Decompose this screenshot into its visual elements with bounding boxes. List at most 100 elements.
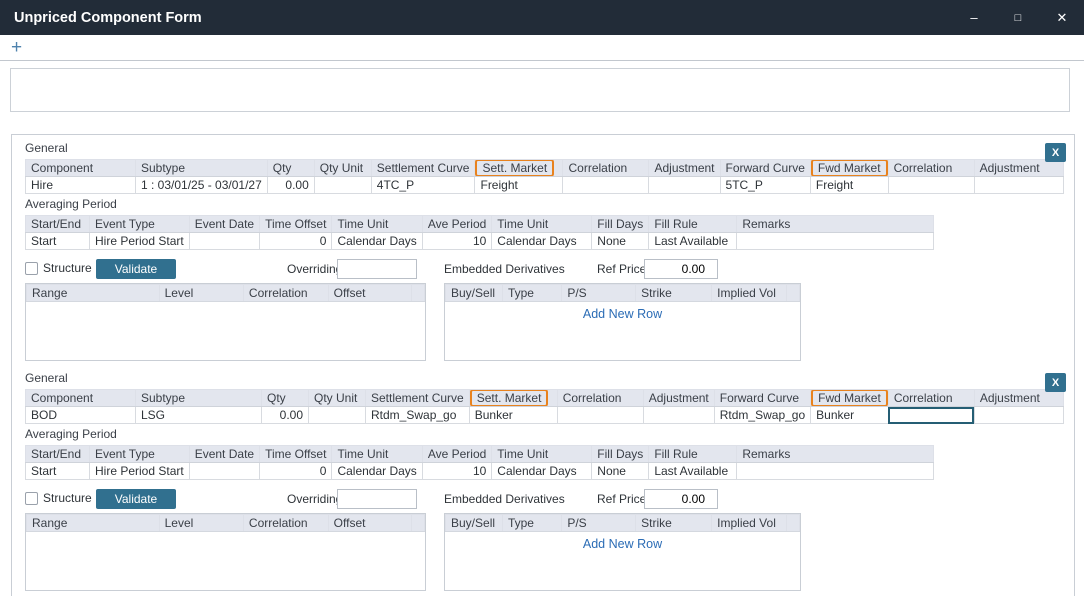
cell-subtype[interactable]: 1 : 03/01/25 - 03/01/27: [136, 177, 268, 194]
controls-row: Structure Validate Overriding Price Embe…: [25, 259, 1061, 280]
cell-correlation-1[interactable]: [557, 407, 643, 424]
cell-qty-unit[interactable]: [309, 407, 366, 424]
cell-component[interactable]: BOD: [26, 407, 136, 424]
col-offset: Offset: [328, 515, 411, 532]
col-time-unit: Time Unit: [332, 216, 422, 233]
cell-event-type[interactable]: Hire Period Start: [90, 233, 190, 250]
col-fill-rule: Fill Rule: [649, 216, 737, 233]
cell-qty[interactable]: 0.00: [267, 177, 314, 194]
averaging-period-table: Start/End Event Type Event Date Time Off…: [25, 445, 934, 480]
cell-fwd-market[interactable]: Freight: [810, 177, 888, 194]
cell-event-date[interactable]: [189, 463, 259, 480]
cell-forward-curve[interactable]: Rtdm_Swap_go: [714, 407, 810, 424]
col-correlation-2: Correlation: [888, 160, 974, 177]
col-forward-curve: Forward Curve: [720, 160, 810, 177]
validate-button[interactable]: Validate: [96, 489, 176, 509]
cell-adjustment-1[interactable]: [649, 177, 720, 194]
validate-button[interactable]: Validate: [96, 259, 176, 279]
col-ave-period: Ave Period: [422, 446, 491, 463]
cell-correlation-2-focused[interactable]: [888, 407, 974, 424]
general-label: General: [25, 371, 1074, 385]
col-start-end: Start/End: [26, 446, 90, 463]
cell-remarks[interactable]: [737, 233, 934, 250]
structure-checkbox[interactable]: [25, 262, 38, 275]
col-start-end: Start/End: [26, 216, 90, 233]
add-new-row-link[interactable]: Add New Row: [445, 302, 800, 321]
cell-ave-period[interactable]: 10: [422, 233, 491, 250]
cell-ave-period[interactable]: 10: [422, 463, 491, 480]
cell-remarks[interactable]: [737, 463, 934, 480]
remove-section-button[interactable]: X: [1045, 373, 1066, 392]
col-range-correlation: Correlation: [243, 515, 328, 532]
col-time-unit-2: Time Unit: [492, 216, 592, 233]
general-table: Component Subtype Qty Qty Unit Settlemen…: [25, 389, 1064, 424]
cell-settlement-curve[interactable]: Rtdm_Swap_go: [366, 407, 470, 424]
cell-time-unit-2[interactable]: Calendar Days: [492, 463, 592, 480]
component-section-1: X General Component Subtype Qty Qty Unit…: [25, 141, 1074, 361]
col-ave-period: Ave Period: [422, 216, 491, 233]
col-settlement-curve: Settlement Curve: [366, 390, 470, 407]
cell-sett-market[interactable]: Bunker: [469, 407, 557, 424]
col-adjustment-2: Adjustment: [974, 390, 1063, 407]
minimize-icon[interactable]: –: [952, 0, 996, 35]
remove-section-button[interactable]: X: [1045, 143, 1066, 162]
maximize-icon[interactable]: □: [996, 0, 1040, 35]
cell-subtype[interactable]: LSG: [136, 407, 262, 424]
cell-event-date[interactable]: [189, 233, 259, 250]
cell-time-unit[interactable]: Calendar Days: [332, 233, 422, 250]
col-component: Component: [26, 390, 136, 407]
cell-fill-rule[interactable]: Last Available: [649, 233, 737, 250]
ref-price-input[interactable]: [644, 489, 718, 509]
overriding-price-input[interactable]: [337, 489, 417, 509]
cell-time-unit[interactable]: Calendar Days: [332, 463, 422, 480]
cell-start-end[interactable]: Start: [26, 233, 90, 250]
cell-adjustment-2[interactable]: [974, 177, 1063, 194]
notes-box[interactable]: [10, 68, 1070, 112]
add-tab-icon[interactable]: +: [0, 38, 22, 57]
close-icon[interactable]: ✕: [1040, 0, 1084, 35]
cell-fill-days[interactable]: None: [592, 463, 649, 480]
col-strike: Strike: [636, 515, 712, 532]
cell-adjustment-2[interactable]: [974, 407, 1063, 424]
cell-fill-days[interactable]: None: [592, 233, 649, 250]
cell-component[interactable]: Hire: [26, 177, 136, 194]
col-event-type: Event Type: [90, 216, 190, 233]
cell-correlation-2[interactable]: [888, 177, 974, 194]
col-event-date: Event Date: [189, 446, 259, 463]
col-remarks: Remarks: [737, 446, 934, 463]
col-strike: Strike: [636, 285, 712, 302]
general-row: Hire 1 : 03/01/25 - 03/01/27 0.00 4TC_P …: [26, 177, 1064, 194]
ref-price-input[interactable]: [644, 259, 718, 279]
structure-checkbox-group: Structure: [25, 491, 92, 505]
cell-sett-market[interactable]: Freight: [475, 177, 563, 194]
general-table: Component Subtype Qty Qty Unit Settlemen…: [25, 159, 1064, 194]
col-adjustment-1: Adjustment: [643, 390, 714, 407]
add-new-row-link[interactable]: Add New Row: [445, 532, 800, 551]
cell-time-unit-2[interactable]: Calendar Days: [492, 233, 592, 250]
averaging-period-table: Start/End Event Type Event Date Time Off…: [25, 215, 934, 250]
col-settlement-curve: Settlement Curve: [371, 160, 475, 177]
cell-qty-unit[interactable]: [314, 177, 371, 194]
cell-adjustment-1[interactable]: [643, 407, 714, 424]
col-time-unit: Time Unit: [332, 446, 422, 463]
cell-fill-rule[interactable]: Last Available: [649, 463, 737, 480]
overriding-price-input[interactable]: [337, 259, 417, 279]
cell-time-offset[interactable]: 0: [260, 463, 332, 480]
cell-correlation-1[interactable]: [563, 177, 649, 194]
cell-start-end[interactable]: Start: [26, 463, 90, 480]
cell-qty[interactable]: 0.00: [262, 407, 309, 424]
col-fill-days: Fill Days: [592, 446, 649, 463]
cell-event-type[interactable]: Hire Period Start: [90, 463, 190, 480]
col-ps: P/S: [562, 285, 636, 302]
cell-fwd-market[interactable]: Bunker: [811, 407, 889, 424]
fwd-market-highlight: Fwd Market: [811, 160, 888, 177]
col-level: Level: [159, 515, 243, 532]
col-adjustment-2: Adjustment: [974, 160, 1063, 177]
cell-forward-curve[interactable]: 5TC_P: [720, 177, 810, 194]
averaging-period-label: Averaging Period: [25, 427, 1074, 441]
col-fill-days: Fill Days: [592, 216, 649, 233]
structure-checkbox[interactable]: [25, 492, 38, 505]
range-table-gutter: [412, 285, 425, 302]
cell-time-offset[interactable]: 0: [260, 233, 332, 250]
cell-settlement-curve[interactable]: 4TC_P: [371, 177, 475, 194]
